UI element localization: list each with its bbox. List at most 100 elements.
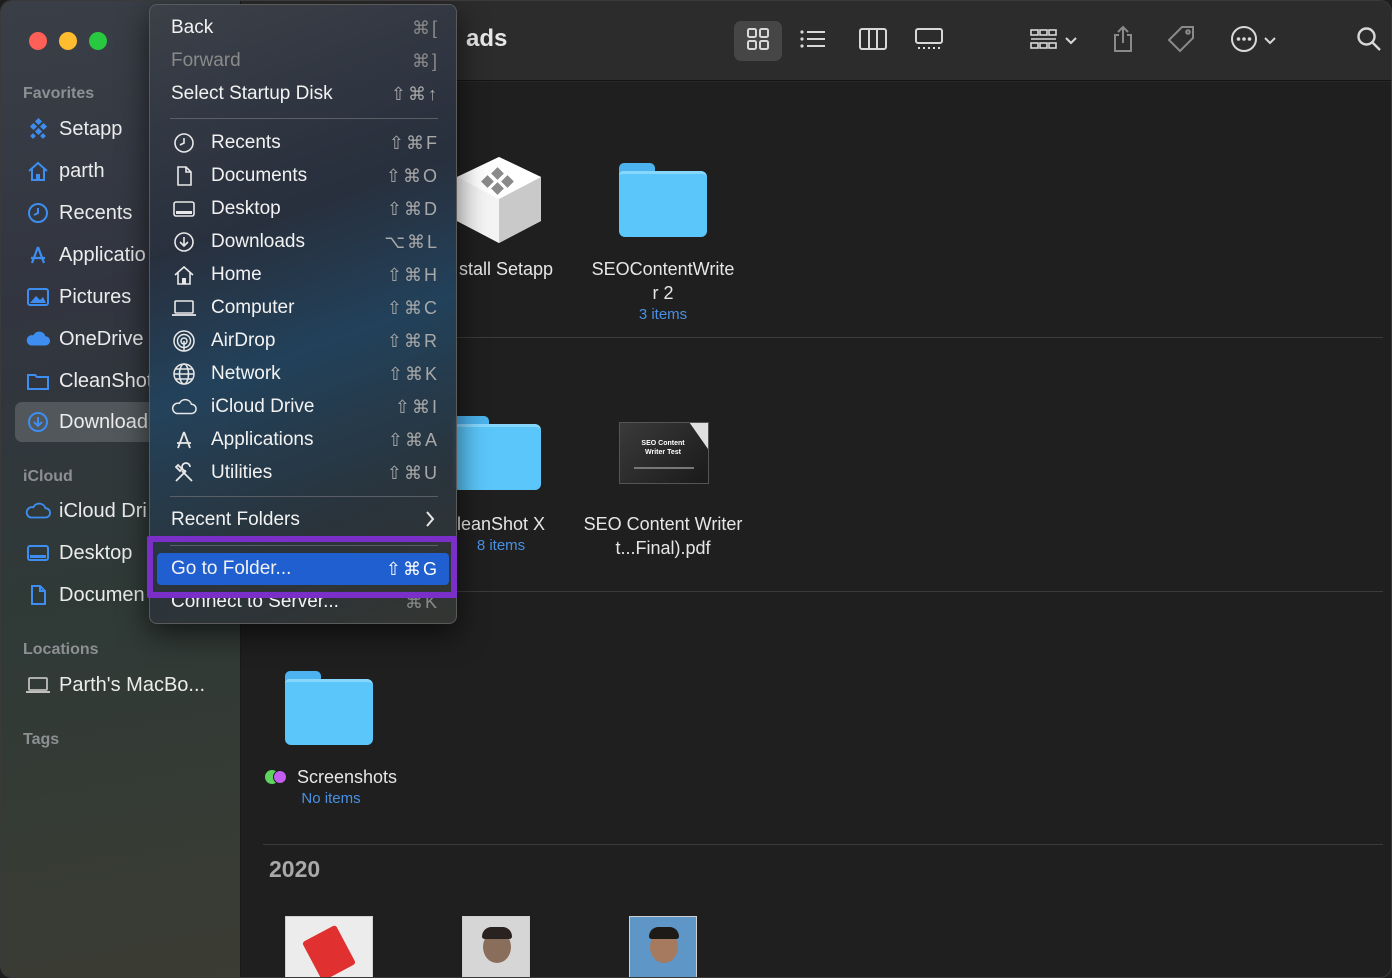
- desktop-icon: [25, 540, 51, 566]
- menu-item-documents[interactable]: Documents ⇧⌘O: [157, 160, 449, 192]
- group-by-button[interactable]: [1021, 21, 1085, 61]
- sidebar-item-macbook[interactable]: Parth's MacBo...: [15, 665, 229, 705]
- photo-thumbnail[interactable]: [629, 916, 697, 977]
- applications-icon: [25, 242, 51, 268]
- menu-item-network[interactable]: Network ⇧⌘K: [157, 358, 449, 390]
- more-actions-button[interactable]: [1223, 21, 1283, 61]
- menu-item-downloads[interactable]: Downloads ⌥⌘L: [157, 226, 449, 258]
- icloud-icon: [25, 498, 51, 524]
- menu-shortcut: ⇧⌘D: [386, 198, 439, 219]
- pictures-icon: [25, 284, 51, 310]
- image-thumbnail[interactable]: [285, 916, 373, 977]
- minimize-window-button[interactable]: [59, 32, 77, 50]
- menu-shortcut: ⌘[: [411, 17, 439, 38]
- file-item-install-setapp[interactable]: stall Setapp: [441, 151, 571, 281]
- close-window-button[interactable]: [29, 32, 47, 50]
- globe-icon: [171, 361, 197, 387]
- menu-item-applications[interactable]: Applications ⇧⌘A: [157, 424, 449, 456]
- menu-item-label: Computer: [211, 297, 295, 318]
- download-icon: [25, 409, 51, 435]
- sidebar-item-label: Setapp: [59, 117, 123, 140]
- laptop-icon: [171, 295, 197, 321]
- menu-item-icloud-drive[interactable]: iCloud Drive ⇧⌘I: [157, 391, 449, 423]
- folder-icon: [453, 416, 541, 492]
- go-menu: Back ⌘[ Forward ⌘] Select Startup Disk ⇧…: [149, 4, 457, 624]
- chevron-down-icon: [1065, 32, 1077, 50]
- menu-item-home[interactable]: Home ⇧⌘H: [157, 259, 449, 291]
- ellipsis-circle-icon: [1230, 25, 1258, 58]
- chevron-down-icon: [1264, 32, 1276, 50]
- window-title: ads: [466, 25, 508, 52]
- column-view-button[interactable]: [851, 21, 895, 61]
- menu-item-recents[interactable]: Recents ⇧⌘F: [157, 127, 449, 159]
- sidebar-item-label: CleanShot: [59, 369, 153, 392]
- home-icon: [171, 262, 197, 288]
- gallery-view-button[interactable]: [906, 21, 952, 61]
- tag-icon: [1166, 24, 1196, 59]
- tags-section-title: Tags: [23, 731, 60, 748]
- menu-item-label: Downloads: [211, 231, 305, 252]
- share-button[interactable]: [1105, 21, 1141, 61]
- tag-dots-icon: [264, 770, 289, 784]
- menu-item-forward[interactable]: Forward ⌘]: [157, 45, 449, 77]
- zoom-window-button[interactable]: [89, 32, 107, 50]
- menu-item-utilities[interactable]: Utilities ⇧⌘U: [157, 457, 449, 489]
- folder-icon: [25, 368, 51, 394]
- file-item-seo-pdf[interactable]: SEO Content Writer Test SEO Content Writ…: [583, 406, 743, 560]
- locations-section-title: Locations: [23, 641, 99, 658]
- finder-window: Favorites Setapp parth Recents Applicati…: [0, 0, 1392, 978]
- tags-button[interactable]: [1161, 21, 1201, 61]
- menu-item-label: Forward: [171, 50, 241, 71]
- menu-item-back[interactable]: Back ⌘[: [157, 12, 449, 44]
- columns-icon: [858, 27, 888, 56]
- sidebar-item-label: Documen: [59, 583, 145, 606]
- menu-item-computer[interactable]: Computer ⇧⌘C: [157, 292, 449, 324]
- menu-shortcut: ⇧⌘I: [394, 396, 439, 417]
- menu-item-airdrop[interactable]: AirDrop ⇧⌘R: [157, 325, 449, 357]
- search-icon: [1356, 26, 1382, 57]
- menu-item-label: Back: [171, 17, 214, 38]
- menu-item-label: Recent Folders: [171, 509, 300, 530]
- menu-item-label: Documents: [211, 165, 308, 186]
- menu-shortcut: ⇧⌘H: [386, 264, 439, 285]
- menu-shortcut: ⇧⌘C: [386, 297, 439, 318]
- menu-item-recent-folders[interactable]: Recent Folders: [157, 504, 449, 536]
- photo-thumbnail[interactable]: [462, 916, 530, 977]
- airdrop-icon: [171, 328, 197, 354]
- menu-separator: [170, 118, 438, 119]
- document-icon: [25, 582, 51, 608]
- file-name-row: Screenshots: [251, 765, 411, 789]
- file-name: SEOContentWrite r 2: [591, 259, 735, 303]
- icon-view-button[interactable]: [734, 21, 782, 61]
- menu-shortcut: ⇧⌘R: [386, 330, 439, 351]
- sidebar-item-label: Desktop: [59, 541, 133, 564]
- sidebar-item-label: Applicatio: [59, 243, 146, 266]
- grid-icon: [746, 27, 770, 56]
- pdf-thumb-title: SEO Content Writer Test: [641, 440, 685, 456]
- sidebar-item-label: Recents: [59, 201, 133, 224]
- group-grid-icon: [1029, 27, 1059, 56]
- search-button[interactable]: [1351, 21, 1387, 61]
- applications-icon: [171, 427, 197, 453]
- cloud-icon: [25, 326, 51, 352]
- list-view-button[interactable]: [791, 21, 835, 61]
- clock-icon: [25, 200, 51, 226]
- menu-item-label: iCloud Drive: [211, 396, 315, 417]
- annotation-highlight-box: [147, 536, 457, 598]
- menu-item-desktop[interactable]: Desktop ⇧⌘D: [157, 193, 449, 225]
- menu-item-select-startup-disk[interactable]: Select Startup Disk ⇧⌘↑: [157, 78, 449, 110]
- menu-shortcut: ⌥⌘L: [384, 231, 439, 252]
- menu-shortcut: ⇧⌘A: [387, 429, 439, 450]
- menu-shortcut: ⇧⌘U: [386, 462, 439, 483]
- sidebar-item-label: Pictures: [59, 285, 132, 308]
- menu-item-label: AirDrop: [211, 330, 276, 351]
- file-item-screenshots[interactable]: Screenshots No items: [251, 661, 411, 809]
- file-item-seocontentwriter-2[interactable]: SEOContentWrite r 2 3 items: [583, 151, 743, 325]
- icloud-section-title: iCloud: [23, 468, 73, 485]
- menu-shortcut: ⇧⌘O: [385, 165, 439, 186]
- clock-icon: [171, 130, 197, 156]
- menu-item-label: Desktop: [211, 198, 281, 219]
- menu-separator: [170, 496, 438, 497]
- menu-shortcut: ⇧⌘K: [387, 363, 439, 384]
- laptop-icon: [25, 672, 51, 698]
